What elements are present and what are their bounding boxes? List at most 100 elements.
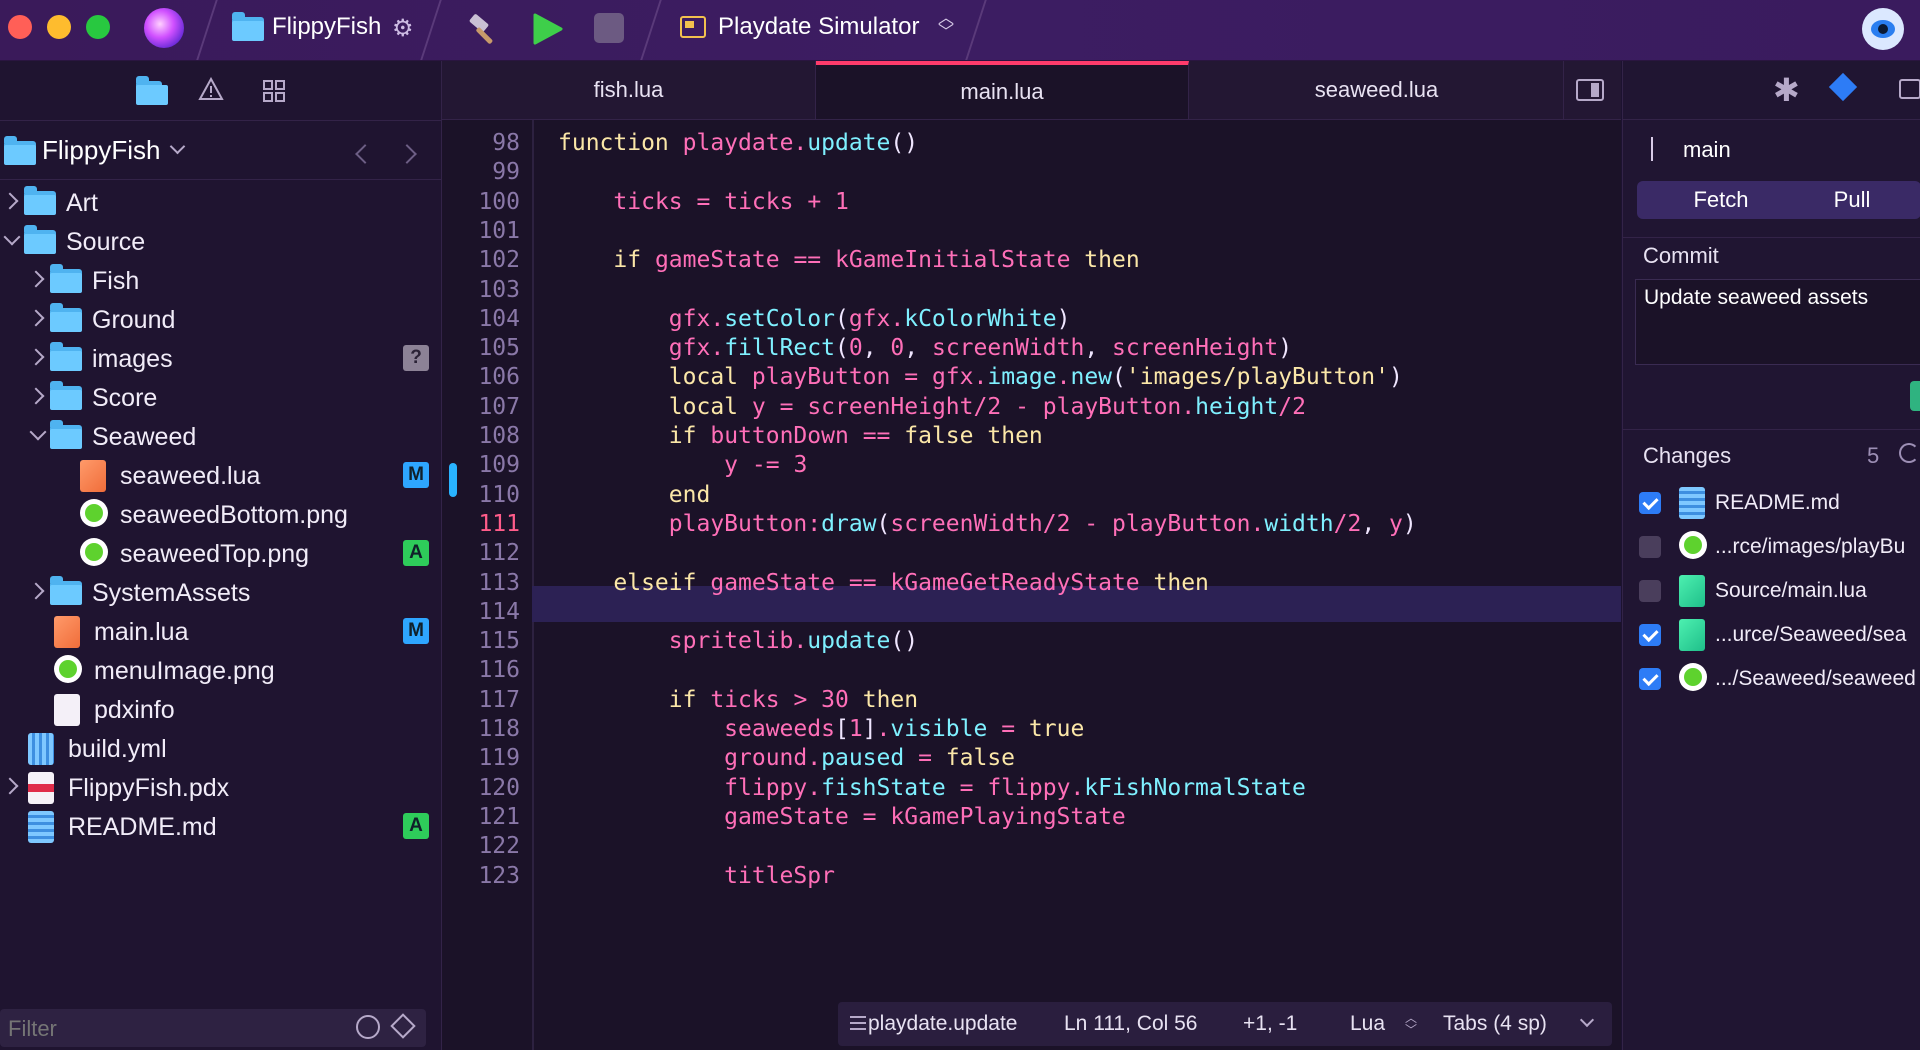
tree-item-seaweed-lua[interactable]: seaweed.lua M (0, 456, 441, 495)
chevron-right-icon[interactable] (27, 348, 45, 366)
tree-item-label: Fish (92, 267, 140, 295)
lua-file-icon (1679, 619, 1705, 651)
tab-seaweed-lua[interactable]: seaweed.lua (1190, 61, 1564, 119)
source-control-inspector: ✱ main Fetch Pull Commit Update seaweed … (1622, 61, 1920, 1050)
current-symbol[interactable]: playdate.update (868, 1012, 1017, 1036)
change-checkbox[interactable] (1639, 624, 1661, 646)
project-folder-icon (232, 12, 264, 41)
tab-fish-lua[interactable]: fish.lua (442, 61, 816, 119)
change-file-label: Source/main.lua (1715, 579, 1867, 602)
source-control-icon[interactable] (1828, 72, 1858, 102)
tree-item-build-yml[interactable]: build.yml (0, 729, 441, 768)
commit-message-field[interactable]: Update seaweed assets (1635, 279, 1920, 365)
build-hammer-icon[interactable] (466, 12, 502, 48)
tree-item-fish[interactable]: Fish (0, 261, 441, 300)
chevron-right-icon[interactable] (27, 387, 45, 405)
cursor-position[interactable]: Ln 111, Col 56 (1064, 1012, 1198, 1036)
tree-item-seaweedtop-png[interactable]: seaweedTop.png A (0, 534, 441, 573)
tree-item-art[interactable]: Art (0, 183, 441, 222)
tree-item-systemassets[interactable]: SystemAssets (0, 573, 441, 612)
asterisk-icon[interactable]: ✱ (1773, 71, 1800, 109)
panel-icon[interactable] (1899, 79, 1920, 99)
language-updown-icon[interactable]: ︿ ﹀ (1405, 1012, 1417, 1036)
folder-icon (24, 186, 56, 215)
toolbar-divider (965, 0, 987, 60)
tree-item-label: Ground (92, 306, 176, 334)
project-root-label[interactable]: FlippyFish (42, 135, 160, 166)
chevron-right-icon[interactable] (1, 192, 19, 210)
project-name[interactable]: FlippyFish (272, 13, 381, 41)
code-line[interactable]: 123 titleSpr (442, 858, 1621, 894)
chevron-down-icon[interactable] (29, 423, 47, 441)
branch-name[interactable]: main (1683, 137, 1731, 163)
change-item[interactable]: ...rce/images/playBu (1623, 525, 1920, 569)
app-logo-icon[interactable] (144, 8, 184, 48)
chevron-right-icon[interactable] (27, 582, 45, 600)
change-item[interactable]: README.md (1623, 481, 1920, 525)
tab-main-lua[interactable]: main.lua (816, 61, 1189, 119)
tree-item-menuimage-png[interactable]: menuImage.png (0, 651, 441, 690)
files-tab-folder-icon[interactable] (136, 76, 168, 105)
recent-clock-icon[interactable] (356, 1015, 380, 1039)
root-chevron-down-icon[interactable] (169, 138, 186, 155)
stop-icon[interactable] (594, 13, 624, 43)
tree-item-main-lua[interactable]: main.lua M (0, 612, 441, 651)
change-item[interactable]: ...urce/Seaweed/sea (1623, 613, 1920, 657)
change-checkbox[interactable] (1639, 668, 1661, 690)
source-control-filter-icon[interactable] (390, 1013, 416, 1039)
indentation-selector[interactable]: Tabs (4 sp) (1443, 1012, 1547, 1036)
image-file-icon (80, 538, 108, 566)
toggle-inspector-icon[interactable] (1576, 79, 1604, 101)
tree-item-flippyfish-pdx[interactable]: FlippyFish.pdx (0, 768, 441, 807)
change-file-label: ...urce/Seaweed/sea (1715, 623, 1907, 646)
chevron-down-icon[interactable] (3, 228, 21, 246)
change-checkbox[interactable] (1639, 580, 1661, 602)
refresh-icon[interactable] (1899, 443, 1919, 463)
tree-item-images[interactable]: images? (0, 339, 441, 378)
pull-button[interactable]: Pull (1783, 181, 1920, 219)
minimize-window-button[interactable] (47, 15, 71, 39)
tree-item-seaweedbottom-png[interactable]: seaweedBottom.png (0, 495, 441, 534)
language-selector[interactable]: Lua (1350, 1012, 1385, 1036)
changes-count: 5 (1867, 443, 1880, 468)
changes-heading: Changes (1643, 443, 1732, 468)
chevron-right-icon[interactable] (27, 309, 45, 327)
tree-item-score[interactable]: Score (0, 378, 441, 417)
lua-file-icon (1679, 575, 1705, 607)
run-play-icon[interactable] (530, 12, 564, 51)
code-area[interactable]: 98 function playdate.update() 99 100 ticks … (442, 125, 1621, 1050)
toolbar-divider (420, 0, 442, 60)
tree-item-seaweed[interactable]: Seaweed (0, 417, 441, 456)
tree-item-source[interactable]: Source (0, 222, 441, 261)
issues-tab-warning-icon[interactable] (198, 76, 224, 106)
back-chevron-icon[interactable] (355, 144, 375, 164)
image-file-icon (54, 655, 82, 683)
scheme-selector[interactable]: Playdate Simulator (718, 13, 919, 41)
chevron-right-icon[interactable] (27, 270, 45, 288)
chevron-right-icon[interactable] (1, 777, 19, 795)
project-settings-gear-icon[interactable]: ⚙ (392, 14, 414, 43)
blank-file-icon (54, 694, 80, 726)
folder-icon (50, 576, 82, 605)
tree-item-ground[interactable]: Ground (0, 300, 441, 339)
fetch-button[interactable]: Fetch (1637, 181, 1805, 219)
editor-status-bar: playdate.update Ln 111, Col 56 +1, -1 Lu… (838, 1002, 1612, 1046)
assets-tab-grid-icon[interactable] (262, 79, 286, 108)
filter-input[interactable] (6, 1013, 340, 1045)
lua-file-icon (80, 460, 106, 492)
change-checkbox[interactable] (1639, 492, 1661, 514)
tree-item-readme-md[interactable]: README.md A (0, 807, 441, 846)
commit-action-icon[interactable] (1910, 381, 1920, 411)
tree-item-label: Seaweed (92, 423, 197, 451)
tree-item-pdxinfo[interactable]: pdxinfo (0, 690, 441, 729)
close-window-button[interactable] (8, 15, 32, 39)
preview-eye-icon[interactable] (1862, 8, 1904, 50)
indent-chevron-down-icon[interactable] (1579, 1012, 1595, 1028)
forward-chevron-icon[interactable] (397, 144, 417, 164)
change-item[interactable]: Source/main.lua (1623, 569, 1920, 613)
image-file-icon (1679, 663, 1707, 691)
scheme-updown-chevron-icon[interactable]: ︿ ﹀ (938, 11, 954, 41)
zoom-window-button[interactable] (86, 15, 110, 39)
change-item[interactable]: .../Seaweed/seaweed (1623, 657, 1920, 701)
change-checkbox[interactable] (1639, 536, 1661, 558)
